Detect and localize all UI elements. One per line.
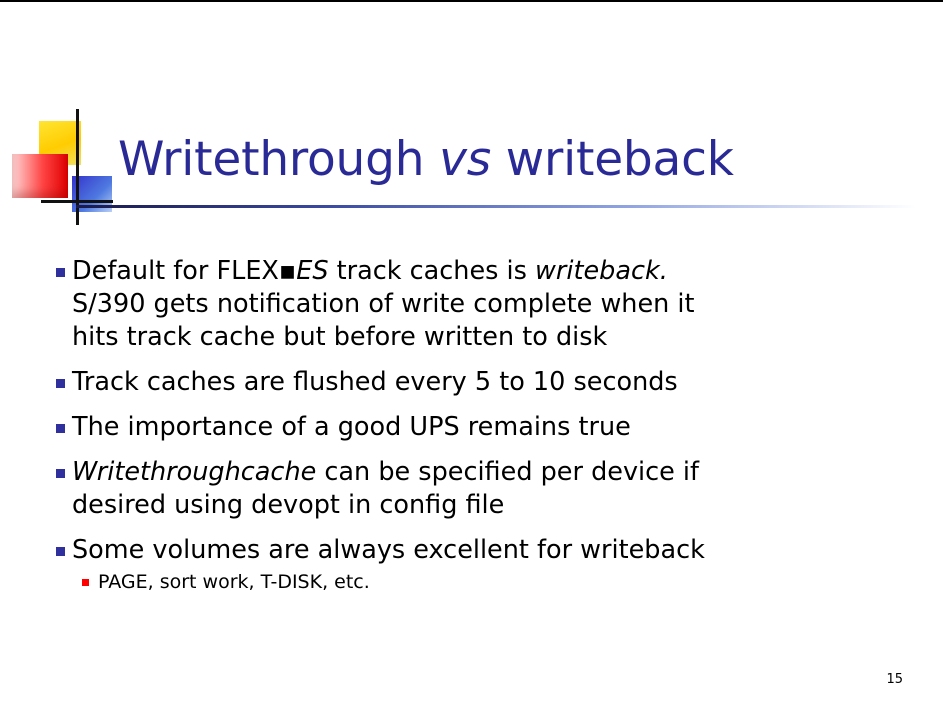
sub-bullet-list: PAGE, sort work, T-DISK, etc. [72,569,920,595]
bullet-item-ups: The importance of a good UPS remains tru… [40,411,920,444]
bullet-square-icon [56,547,65,556]
sub-bullet-item: PAGE, sort work, T-DISK, etc. [72,569,920,595]
bullet-text: desired using devopt in config file [72,490,505,520]
bullet-text: can be specified per device if [316,457,699,487]
bullet-list: Default for FLEX▪ES track caches is writ… [40,255,920,607]
bullet-text: hits track cache but before written to d… [72,322,608,352]
bullet-item-volumes: Some volumes are always excellent for wr… [40,534,920,595]
bullet-text: S/390 gets notification of write complet… [72,289,695,319]
sub-bullet-text: PAGE, sort work, T-DISK, etc. [98,571,370,593]
bullet-text: ▪ [278,256,297,286]
decorative-logo [0,0,200,240]
bullet-text-italic: writeback. [535,256,668,286]
bullet-item-writethroughcache: Writethroughcache can be specified per d… [40,456,920,522]
bullet-text: track caches is [328,256,536,286]
title-text-after: writeback [491,132,734,187]
bullet-text-italic: Writethroughcache [72,457,317,487]
slide-title: Writethrough vs writeback [118,132,734,187]
bullet-text-italic: ES [296,256,329,286]
title-text-before: Writethrough [118,132,440,187]
bullet-square-icon [56,268,65,277]
bullet-square-icon [56,379,65,388]
logo-horizontal-line [41,200,113,203]
bullet-text: The importance of a good UPS remains tru… [72,412,631,442]
title-underline [76,205,916,208]
slide: Writethrough vs writeback Default for FL… [0,0,943,721]
title-text-italic: vs [439,132,492,187]
bullet-text: Some volumes are always excellent for wr… [72,535,705,565]
bullet-square-icon [56,469,65,478]
bullet-square-icon [56,424,65,433]
page-number: 15 [886,672,903,687]
bullet-text: Track caches are flushed every 5 to 10 s… [72,367,678,397]
red-square [12,154,68,198]
sub-bullet-square-icon [82,579,89,586]
bullet-text: Default for FLEX [72,256,279,286]
bullet-item-flush-interval: Track caches are flushed every 5 to 10 s… [40,366,920,399]
bullet-item-default-writeback: Default for FLEX▪ES track caches is writ… [40,255,920,354]
